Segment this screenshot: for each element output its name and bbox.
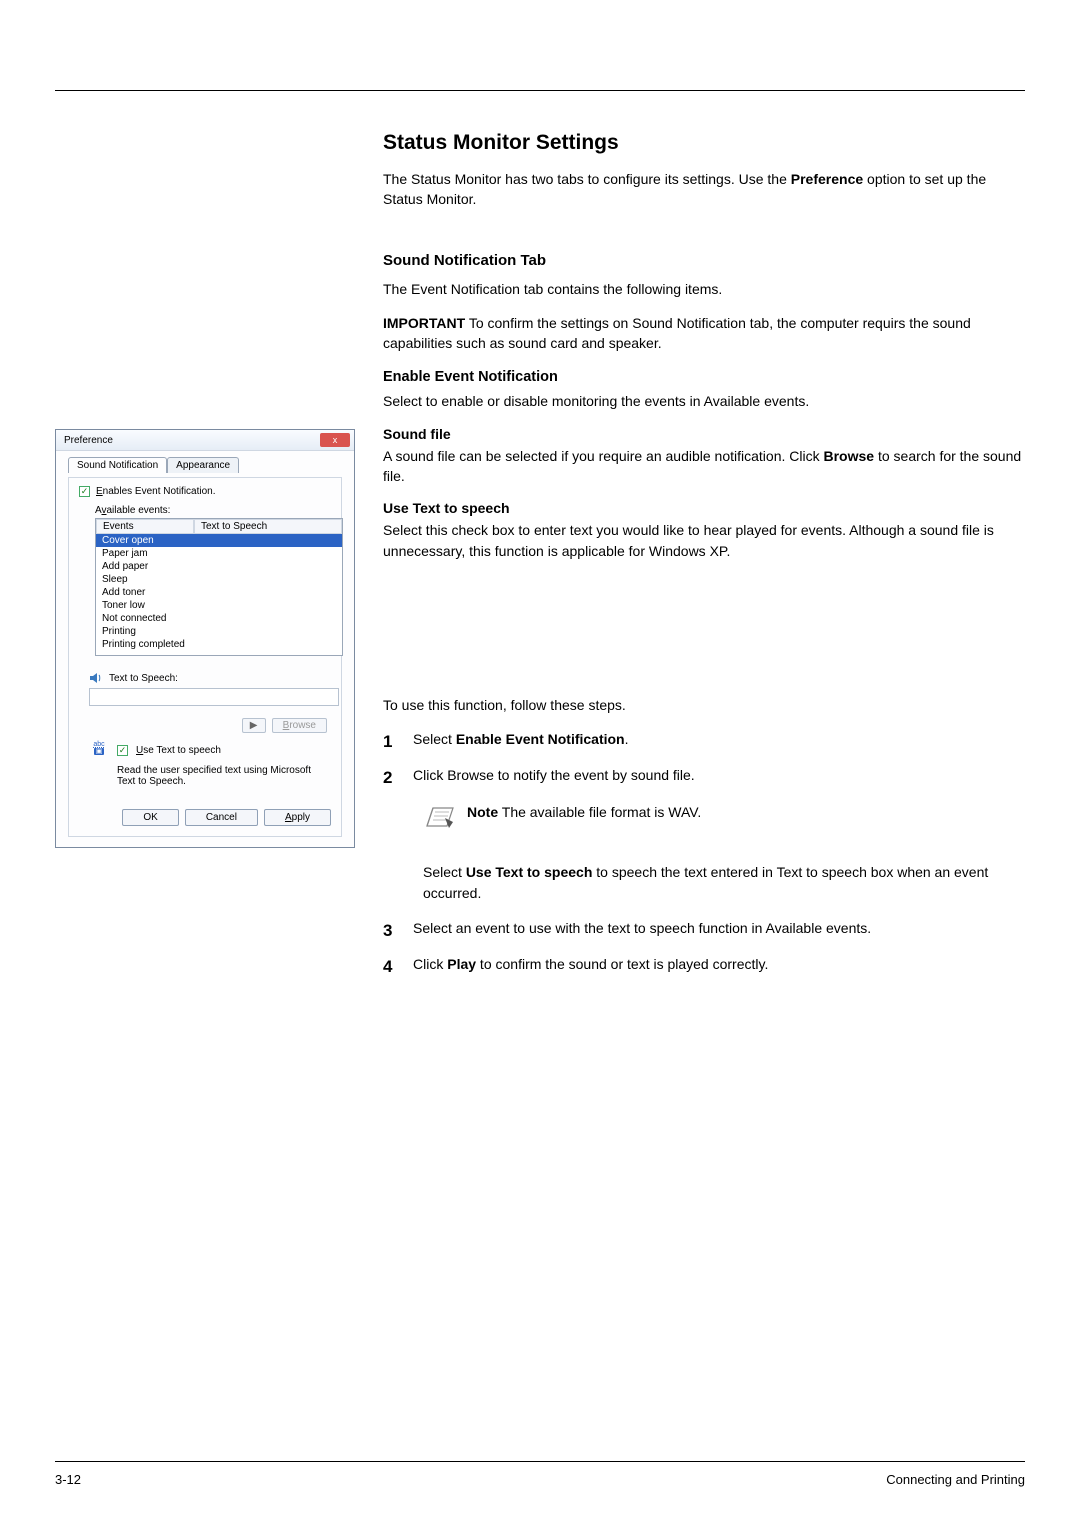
enable-notification-label: Enables Event Notification. — [96, 486, 216, 497]
play-button[interactable]: ▶ — [242, 718, 266, 733]
note-icon — [423, 804, 457, 832]
sound-file-heading: Sound file — [383, 426, 1023, 442]
sound-file-desc: A sound file can be selected if you requ… — [383, 446, 1023, 487]
tab-appearance[interactable]: Appearance — [167, 457, 239, 473]
page-footer: 3-12 Connecting and Printing — [55, 1461, 1025, 1487]
table-row[interactable]: Toner low — [96, 599, 342, 612]
step-1: 1 Select Enable Event Notification. — [383, 729, 1023, 755]
step-2-continued: Select Use Text to speech to speech the … — [423, 862, 1023, 904]
close-icon[interactable]: x — [320, 433, 350, 447]
section-name: Connecting and Printing — [886, 1472, 1025, 1487]
step-4: 4 Click Play to confirm the sound or tex… — [383, 954, 1023, 980]
utts-desc: Select this check box to enter text you … — [383, 520, 1023, 561]
browse-button[interactable]: Browse — [272, 718, 327, 733]
table-row[interactable]: Add paper — [96, 560, 342, 573]
step-number: 3 — [383, 918, 399, 944]
use-tts-checkbox[interactable]: ✓ — [117, 745, 128, 756]
intro-paragraph: The Status Monitor has two tabs to confi… — [383, 169, 1023, 210]
important-note: IMPORTANT To confirm the settings on Sou… — [383, 313, 1023, 354]
sound-tab-heading: Sound Notification Tab — [383, 252, 1023, 269]
use-tts-desc: Read the user specified text using Micro… — [117, 765, 331, 787]
table-row[interactable]: Paper jam — [96, 547, 342, 560]
step-number: 4 — [383, 954, 399, 980]
table-row[interactable]: Not connected — [96, 612, 342, 625]
page-title: Status Monitor Settings — [383, 131, 1023, 155]
tab-sound-notification[interactable]: Sound Notification — [68, 457, 167, 473]
col-tts: Text to Speech — [194, 519, 342, 534]
note-row: Note The available file format is WAV. — [423, 804, 1023, 832]
top-rule — [55, 90, 1025, 91]
speaker-icon — [89, 672, 103, 684]
sound-tab-desc: The Event Notification tab contains the … — [383, 279, 1023, 299]
use-tts-label: Use Text to speech — [136, 745, 221, 756]
cancel-button[interactable]: Cancel — [185, 809, 258, 826]
step-number: 1 — [383, 729, 399, 755]
events-table[interactable]: Events Text to Speech Cover open Paper j… — [95, 518, 343, 656]
utts-heading: Use Text to speech — [383, 500, 1023, 516]
steps-lead: To use this function, follow these steps… — [383, 695, 1023, 715]
col-events: Events — [96, 519, 194, 534]
bottom-rule — [55, 1461, 1025, 1462]
enable-event-heading: Enable Event Notification — [383, 369, 1023, 385]
table-row[interactable]: Printing completed — [96, 638, 342, 651]
ok-button[interactable]: OK — [122, 809, 178, 826]
table-row[interactable]: Sleep — [96, 573, 342, 586]
enable-notification-checkbox[interactable]: ✓ — [79, 486, 90, 497]
text-to-speech-icon: abc ▣ — [89, 741, 109, 759]
tts-label: Text to Speech: — [109, 673, 178, 684]
dialog-title: Preference — [64, 435, 113, 446]
page-number: 3-12 — [55, 1472, 81, 1487]
left-column: Preference x Sound Notification Appearan… — [55, 131, 355, 989]
step-2: 2 Click Browse to notify the event by so… — [383, 765, 1023, 791]
table-row[interactable]: Printing — [96, 625, 342, 638]
table-row[interactable]: Cover open — [96, 534, 342, 547]
available-events-label: Available events: — [95, 505, 331, 516]
table-row[interactable]: Add toner — [96, 586, 342, 599]
right-column: Status Monitor Settings The Status Monit… — [383, 131, 1023, 989]
step-3: 3 Select an event to use with the text t… — [383, 918, 1023, 944]
preference-dialog: Preference x Sound Notification Appearan… — [55, 429, 355, 848]
enable-event-desc: Select to enable or disable monitoring t… — [383, 391, 1023, 411]
apply-button[interactable]: Apply — [264, 809, 331, 826]
step-number: 2 — [383, 765, 399, 791]
tts-input[interactable] — [89, 688, 339, 706]
